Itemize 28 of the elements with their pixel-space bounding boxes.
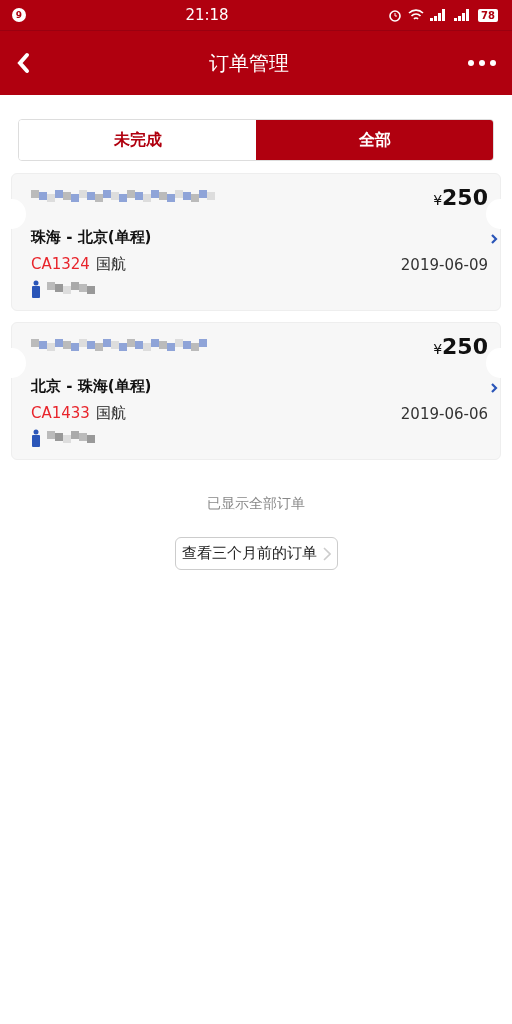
order-route: 北京 - 珠海(单程) xyxy=(31,377,152,396)
chevron-right-icon xyxy=(491,234,498,244)
flight-number: CA1324 xyxy=(31,255,90,273)
flight-date: 2019-06-09 xyxy=(400,255,488,274)
alarm-icon xyxy=(388,8,403,22)
back-button[interactable] xyxy=(16,52,30,74)
chevron-right-icon xyxy=(491,383,498,393)
order-price: ¥250 xyxy=(433,333,488,359)
more-button[interactable] xyxy=(468,59,496,67)
order-route: 珠海 - 北京(单程) xyxy=(31,228,152,247)
notification-badge: 9 xyxy=(12,8,26,22)
passenger-icon xyxy=(31,280,41,298)
page-title: 订单管理 xyxy=(209,49,289,77)
blurred-text-drawing xyxy=(47,282,95,296)
airline-name: 国航 xyxy=(95,255,126,273)
battery-level: 78 xyxy=(478,8,498,22)
order-price: ¥250 xyxy=(433,184,488,210)
wifi-icon xyxy=(408,8,425,22)
airline-name: 国航 xyxy=(95,404,126,422)
chevron-right-icon xyxy=(322,546,331,561)
flight-number: CA1433 xyxy=(31,404,90,422)
flight-date: 2019-06-06 xyxy=(400,404,488,423)
status-time: 21:18 xyxy=(185,6,229,24)
blurred-text-drawing xyxy=(47,431,95,445)
older-orders-button[interactable]: 查看三个月前的订单 xyxy=(174,537,338,570)
passenger-icon xyxy=(31,429,41,447)
filter-tab[interactable]: 全部 xyxy=(256,120,493,160)
all-orders-shown-note: 已显示全部订单 xyxy=(206,495,306,513)
